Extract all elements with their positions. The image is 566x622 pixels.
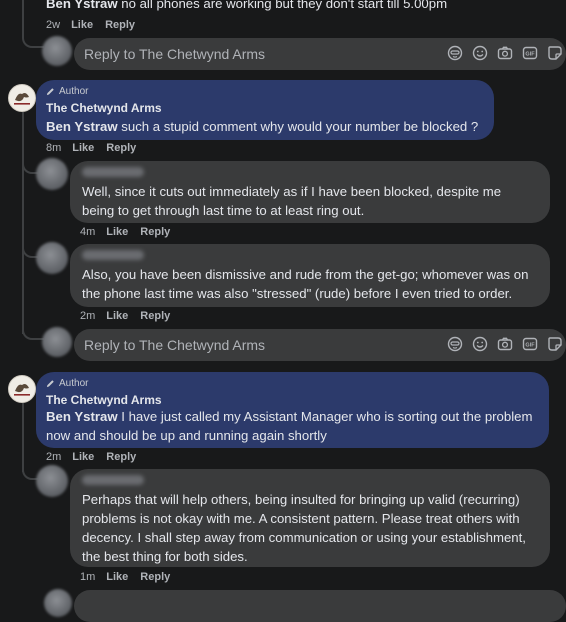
svg-text:GIF: GIF (525, 343, 535, 349)
camera-icon[interactable] (497, 336, 513, 352)
reply-input[interactable]: Reply to The Chetwynd Arms GIF (74, 329, 566, 361)
comment-text-line: being to get through last time to at lea… (82, 203, 365, 218)
comment-actions: 8m Like Reply (46, 142, 148, 154)
mention[interactable]: Ben Ystraw (46, 0, 118, 11)
author-comment-bubble: Author The Chetwynd Arms Ben Ystraw I ha… (36, 372, 549, 448)
comment-text-line: I have just called my Assistant Manager … (121, 409, 533, 424)
comment-actions: 1m Like Reply (80, 571, 182, 583)
reply-button[interactable]: Reply (140, 226, 170, 238)
svg-text:GIF: GIF (525, 52, 535, 58)
thread-connector (22, 32, 44, 48)
comment-text-line: the best thing for both sides. (82, 549, 248, 564)
gif-icon[interactable]: GIF (522, 45, 538, 61)
comment-text-line: Also, you have been dismissive and rude … (82, 267, 529, 282)
reply-tools: GIF (447, 45, 563, 61)
avatar (44, 589, 72, 617)
mention[interactable]: Ben Ystraw (46, 409, 118, 424)
reply-button[interactable]: Reply (140, 571, 170, 583)
timestamp[interactable]: 1m (80, 571, 95, 583)
page-avatar[interactable] (8, 84, 36, 112)
comment-actions: 2w Like Reply (46, 19, 147, 31)
comment-text: such a stupid comment why would your num… (121, 119, 479, 134)
avatar (42, 327, 72, 357)
like-button[interactable]: Like (72, 451, 94, 463)
like-button[interactable]: Like (106, 226, 128, 238)
chetwynd-logo-icon (10, 86, 34, 110)
comment-bubble: Also, you have been dismissive and rude … (70, 244, 550, 307)
timestamp[interactable]: 8m (46, 142, 61, 154)
sticker-icon[interactable] (547, 45, 563, 61)
timestamp[interactable]: 2m (46, 451, 61, 463)
sticker-icon[interactable] (547, 336, 563, 352)
reply-button[interactable]: Reply (140, 310, 170, 322)
comment-actions: 2m Like Reply (80, 310, 182, 322)
reply-input[interactable]: Reply to The Chetwynd Arms GIF (74, 38, 566, 70)
reply-placeholder: Reply to The Chetwynd Arms (84, 46, 266, 62)
gif-icon[interactable]: GIF (522, 336, 538, 352)
chetwynd-logo-icon (10, 377, 34, 401)
like-button[interactable]: Like (106, 310, 128, 322)
comment-text-line: now and should be up and running again s… (46, 428, 327, 443)
comment-actions: 4m Like Reply (80, 226, 182, 238)
commenter-name[interactable] (82, 475, 144, 485)
avatar[interactable] (36, 242, 68, 274)
like-button[interactable]: Like (106, 571, 128, 583)
thread-connector (22, 322, 44, 340)
comment-text-line: the phone last time was also "stressed" … (82, 286, 513, 301)
author-name[interactable]: The Chetwynd Arms (46, 393, 162, 407)
pencil-icon (46, 88, 54, 96)
avatar[interactable] (36, 158, 68, 190)
reply-button[interactable]: Reply (105, 19, 135, 31)
avatar (42, 36, 72, 66)
comment-text-line: problems is not okay with me. A consiste… (82, 511, 520, 526)
author-badge-label: Author (59, 86, 89, 97)
timestamp[interactable]: 2w (46, 19, 60, 31)
author-badge: Author (46, 86, 88, 97)
page-avatar[interactable] (8, 375, 36, 403)
author-name[interactable]: The Chetwynd Arms (46, 101, 162, 115)
thread-line (22, 402, 24, 472)
comment-text: no all phones are working but they don't… (121, 0, 448, 11)
timestamp[interactable]: 2m (80, 310, 95, 322)
mention[interactable]: Ben Ystraw (46, 119, 118, 134)
like-button[interactable]: Like (71, 19, 93, 31)
timestamp[interactable]: 4m (80, 226, 95, 238)
emoji-icon[interactable] (472, 336, 488, 352)
comment-text-line: decency. I shall step away from communic… (82, 530, 526, 545)
avatar-sticker-icon[interactable] (447, 336, 463, 352)
avatar[interactable] (36, 465, 68, 497)
avatar-sticker-icon[interactable] (447, 45, 463, 61)
author-badge: Author (46, 378, 88, 389)
comment-actions: 2m Like Reply (46, 451, 148, 463)
reply-button[interactable]: Reply (106, 142, 136, 154)
emoji-icon[interactable] (472, 45, 488, 61)
camera-icon[interactable] (497, 45, 513, 61)
commenter-name[interactable] (82, 250, 144, 260)
author-comment-bubble: Author The Chetwynd Arms Ben Ystraw such… (36, 80, 494, 140)
thread-line (22, 112, 24, 334)
comment-text-line: Well, since it cuts out immediately as i… (82, 184, 502, 199)
comment-bubble: Perhaps that will help others, being ins… (70, 469, 550, 567)
reply-input[interactable] (74, 590, 566, 622)
comment-text-line: Perhaps that will help others, being ins… (82, 492, 520, 507)
like-button[interactable]: Like (72, 142, 94, 154)
reply-tools: GIF (447, 336, 563, 352)
commenter-name[interactable] (82, 167, 144, 177)
reply-button[interactable]: Reply (106, 451, 136, 463)
author-badge-label: Author (59, 378, 89, 389)
reply-placeholder: Reply to The Chetwynd Arms (84, 337, 266, 353)
comment-bubble: Well, since it cuts out immediately as i… (70, 161, 550, 223)
pencil-icon (46, 380, 54, 388)
